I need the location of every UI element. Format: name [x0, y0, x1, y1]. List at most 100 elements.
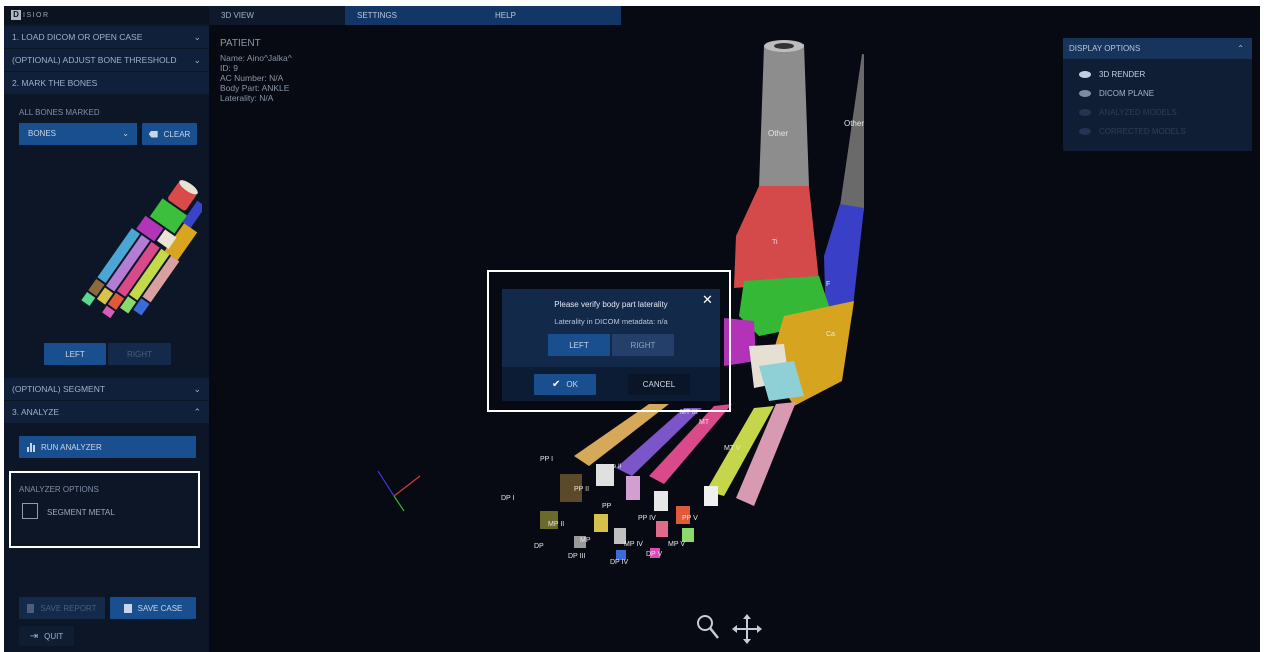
step-label: 2. MARK THE BONES — [12, 78, 98, 88]
laterality-dialog: Please verify body part laterality Later… — [502, 289, 720, 401]
logo-box: D — [11, 10, 21, 20]
save-report-button[interactable]: SAVE REPORT — [19, 597, 105, 619]
check-icon: ✔ — [552, 379, 561, 390]
step-segment[interactable]: (OPTIONAL) SEGMENT ⌄ — [4, 378, 209, 400]
step-label: (OPTIONAL) ADJUST BONE THRESHOLD — [12, 55, 177, 65]
bones-select-value: BONES — [28, 129, 57, 138]
dialog-title: Please verify body part laterality — [554, 300, 668, 309]
zoom-icon[interactable] — [696, 614, 720, 640]
step-load-dicom[interactable]: 1. LOAD DICOM OR OPEN CASE ⌄ — [4, 26, 209, 48]
step-analyze[interactable]: 3. ANALYZE ⌃ — [4, 401, 209, 423]
bone-label: MT V — [724, 445, 741, 452]
eye-icon — [1079, 109, 1091, 116]
option-label: DICOM PLANE — [1099, 89, 1155, 98]
step-label: 3. ANALYZE — [12, 407, 60, 417]
bone-label: Other — [844, 119, 864, 128]
bone-label: PP V — [682, 515, 698, 522]
close-icon[interactable]: ✕ — [702, 292, 713, 308]
bone-label: MP IV — [624, 541, 643, 548]
eye-icon — [1079, 71, 1091, 78]
bone-label: MP — [580, 537, 591, 544]
step-label: 1. LOAD DICOM OR OPEN CASE — [12, 32, 143, 42]
save-report-label: SAVE REPORT — [40, 603, 97, 613]
patient-body-part: Body Part: ANKLE — [220, 83, 290, 93]
run-analyzer-label: RUN ANALYZER — [41, 442, 102, 452]
step-mark-bones[interactable]: 2. MARK THE BONES — [4, 72, 209, 94]
display-options-title: DISPLAY OPTIONS — [1069, 44, 1141, 53]
display-options-header[interactable]: DISPLAY OPTIONS ⌃ — [1063, 38, 1252, 59]
quit-button[interactable]: ⇥ QUIT — [19, 626, 74, 646]
chevron-down-icon: ⌄ — [193, 384, 201, 394]
bone-label: DP I — [501, 495, 515, 502]
tab-3d-view[interactable]: 3D VIEW — [209, 6, 345, 25]
app-window: 3D VIEW SETTINGS HELP D ISIOR 1. LOAD DI… — [4, 6, 1260, 652]
bone-label: Ti — [772, 239, 778, 246]
quit-label: QUIT — [44, 631, 64, 641]
bone-label: MT — [699, 419, 710, 426]
display-options-panel: DISPLAY OPTIONS ⌃ 3D RENDER DICOM PLANE … — [1063, 38, 1252, 151]
ok-label: OK — [566, 380, 578, 389]
bone-label: DP IV — [610, 559, 628, 566]
bone-label: se II — [610, 464, 622, 470]
exit-icon: ⇥ — [29, 630, 39, 642]
option-analyzed-models[interactable]: ANALYZED MODELS — [1079, 108, 1177, 117]
bone-label: Other — [768, 129, 788, 138]
option-label: ANALYZED MODELS — [1099, 108, 1177, 117]
option-label: CORRECTED MODELS — [1099, 127, 1186, 136]
patient-heading: PATIENT — [220, 38, 261, 49]
step-adjust-threshold[interactable]: (OPTIONAL) ADJUST BONE THRESHOLD ⌄ — [4, 49, 209, 71]
bar-chart-icon — [27, 442, 35, 452]
option-dicom-plane[interactable]: DICOM PLANE — [1079, 89, 1154, 98]
run-analyzer-button[interactable]: RUN ANALYZER — [19, 436, 196, 458]
logo-bar: D ISIOR — [4, 6, 209, 24]
option-3d-render[interactable]: 3D RENDER — [1079, 70, 1145, 79]
ok-button[interactable]: ✔ OK — [534, 374, 596, 395]
right-button[interactable]: RIGHT — [108, 343, 171, 365]
eye-icon — [1079, 128, 1091, 135]
bone-label: PP — [602, 503, 612, 510]
chevron-down-icon: ⌄ — [193, 32, 201, 42]
bone-label: MP II — [548, 521, 564, 528]
left-button[interactable]: LEFT — [44, 343, 106, 365]
pan-icon[interactable] — [732, 614, 762, 644]
tab-help[interactable]: HELP — [483, 6, 621, 25]
save-case-label: SAVE CASE — [137, 603, 183, 613]
chevron-down-icon: ⌄ — [122, 129, 129, 138]
option-label: 3D RENDER — [1099, 70, 1146, 79]
sidebar: D ISIOR 1. LOAD DICOM OR OPEN CASE ⌄ (OP… — [4, 6, 209, 652]
save-case-button[interactable]: SAVE CASE — [110, 597, 196, 619]
logo-text: ISIOR — [23, 11, 50, 19]
axes-gizmo — [377, 470, 421, 512]
patient-laterality: Laterality: N/A — [220, 93, 274, 103]
bone-label: PP I — [540, 456, 553, 463]
viewport-tools — [696, 614, 762, 644]
bone-label: DP V — [646, 551, 663, 558]
patient-name: Name: Aino^Jalka^ — [220, 53, 292, 63]
eraser-icon — [148, 130, 158, 138]
option-corrected-models[interactable]: CORRECTED MODELS — [1079, 127, 1186, 136]
chevron-down-icon: ⌄ — [193, 55, 201, 65]
patient-info: PATIENT Name: Aino^Jalka^ ID: 9 AC Numbe… — [220, 38, 292, 104]
dialog-subtitle: Laterality in DICOM metadata: n/a — [554, 317, 668, 326]
foot-thumbnail — [81, 180, 202, 319]
dialog-footer: ✔ OK CANCEL — [502, 367, 720, 401]
analyzer-options-highlight — [9, 471, 200, 548]
bone-label: DP III — [568, 553, 585, 560]
app-logo: D ISIOR — [11, 10, 50, 20]
save-icon — [123, 603, 132, 613]
bone-label: Ca — [826, 331, 835, 338]
bones-select[interactable]: BONES ⌄ — [19, 123, 137, 145]
clear-label: CLEAR — [163, 129, 191, 139]
bone-label: PP IV — [638, 515, 656, 522]
cancel-button[interactable]: CANCEL — [628, 374, 690, 395]
clear-button[interactable]: CLEAR — [142, 123, 197, 145]
chevron-up-icon: ⌃ — [1237, 44, 1244, 53]
bone-label: DP — [534, 543, 544, 550]
tab-settings[interactable]: SETTINGS — [345, 6, 483, 25]
eye-icon — [1079, 90, 1091, 97]
chevron-up-icon: ⌃ — [193, 407, 201, 417]
dialog-right-button[interactable]: RIGHT — [612, 334, 674, 356]
bone-label: F — [826, 281, 830, 288]
report-icon — [27, 603, 35, 613]
dialog-left-button[interactable]: LEFT — [548, 334, 610, 356]
